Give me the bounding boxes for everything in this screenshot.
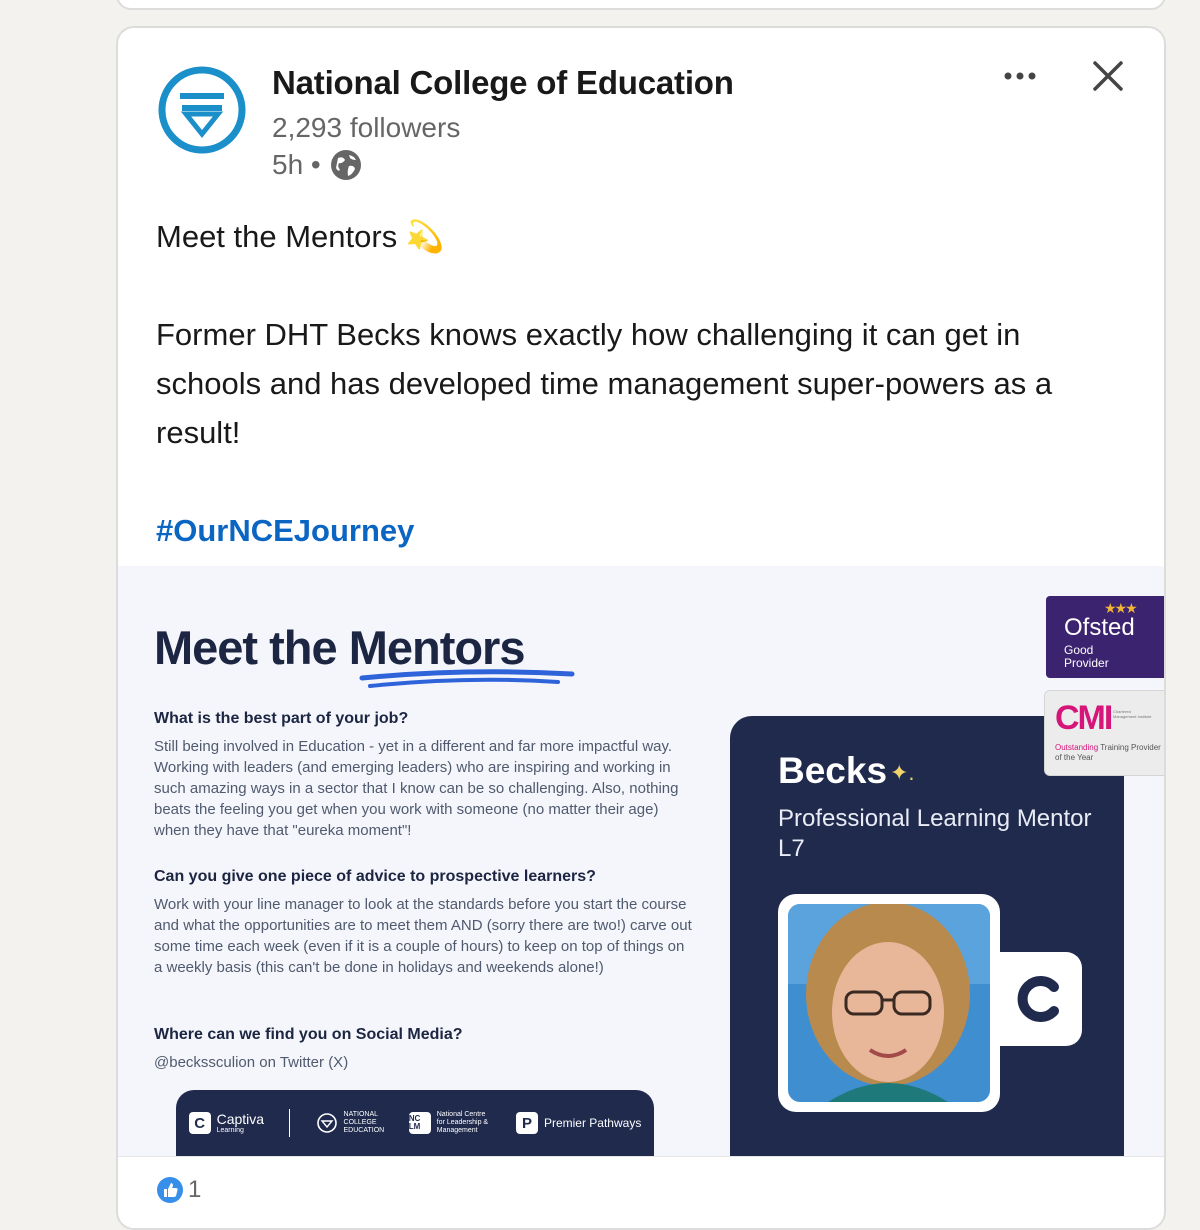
sparkle-icon: ✦. <box>890 760 915 785</box>
post-time: 5h • <box>272 149 321 180</box>
post-paragraph: Former DHT Becks knows exactly how chall… <box>156 317 1053 450</box>
answer-1: Still being involved in Education - yet … <box>154 738 679 839</box>
globe-icon <box>330 150 361 180</box>
mentor-card: Becks ✦. Professional Learning Mentor L7 <box>730 716 1124 1156</box>
captiva-c-icon <box>1017 976 1059 1022</box>
ofsted-rating: Good Provider <box>1064 643 1109 670</box>
hashtag-link[interactable]: #OurNCEJourney <box>156 513 414 548</box>
mentor-photo <box>788 904 990 1102</box>
qa-block-2: Can you give one piece of advice to pros… <box>154 868 694 978</box>
dizzy-emoji-icon: 💫 <box>405 219 445 254</box>
premier-pathways-logo: P Premier Pathways <box>515 1112 642 1134</box>
nce-footer-logo: NATIONAL COLLEGE EDUCATION <box>316 1111 384 1135</box>
cmi-award: Outstanding Training Provider of the Yea… <box>1055 743 1164 763</box>
logo-divider <box>289 1109 291 1137</box>
previous-post-card <box>116 0 1166 10</box>
qa-block-3: Where can we find you on Social Media? @… <box>154 1026 694 1073</box>
question-1: What is the best part of your job? <box>154 710 409 727</box>
post-title-line: Meet the Mentors 💫 <box>156 212 1116 261</box>
cmi-subtext: Chartered Management Institute <box>1113 709 1152 719</box>
nclm-label: National Centre for Leadership & Managem… <box>436 1111 489 1134</box>
cmi-badge: CMI Chartered Management Institute Outst… <box>1044 690 1164 776</box>
nce-footer-label: NATIONAL COLLEGE EDUCATION <box>343 1111 385 1134</box>
question-2: Can you give one piece of advice to pros… <box>154 868 596 885</box>
captiva-logo: C Captiva Learning <box>188 1111 265 1135</box>
post-image[interactable]: Meet the Mentors What is the best part o… <box>118 566 1164 1156</box>
premier-label: Premier Pathways <box>543 1116 642 1130</box>
nclm-logo: NC LM National Centre for Leadership & M… <box>408 1111 491 1135</box>
captiva-c-badge <box>998 952 1082 1046</box>
underline-swoosh-icon <box>359 669 575 688</box>
captiva-label: Captiva <box>216 1111 265 1127</box>
nce-small-icon <box>316 1113 337 1133</box>
nce-logo-icon[interactable] <box>156 64 248 156</box>
answer-3: @beckssculion on Twitter (X) <box>154 1054 349 1071</box>
captiva-sub: Learning <box>216 1127 244 1134</box>
post-meta: 5h • <box>272 148 363 182</box>
card-divider <box>118 1156 1164 1157</box>
partner-logos-bar: C Captiva Learning NATIONAL COLLEGE EDUC… <box>176 1090 654 1156</box>
author-name[interactable]: National College of Education <box>272 64 734 102</box>
post-card: National College of Education 2,293 foll… <box>116 26 1166 1230</box>
cmi-wordmark: CMI <box>1055 699 1113 737</box>
mentor-role: Professional Learning Mentor L7 <box>778 805 1092 862</box>
more-icon[interactable] <box>998 58 1042 94</box>
mentor-photo-frame <box>778 894 1000 1112</box>
answer-2: Work with your line manager to look at t… <box>154 896 692 976</box>
follower-count: 2,293 followers <box>272 112 461 143</box>
mentor-name: Becks <box>778 750 888 791</box>
ofsted-badge: ★★★ Ofsted Good Provider <box>1046 596 1164 678</box>
post-body: Meet the Mentors 💫 Former DHT Becks know… <box>156 212 1116 555</box>
cmi-award-highlight: Outstanding <box>1055 743 1099 752</box>
nclm-mark: NC LM <box>408 1112 431 1134</box>
ofsted-wordmark: Ofsted <box>1064 614 1135 641</box>
close-icon[interactable] <box>1088 56 1128 96</box>
qa-block-1: What is the best part of your job? Still… <box>154 710 694 841</box>
question-3: Where can we find you on Social Media? <box>154 1026 463 1043</box>
post-title: Meet the Mentors <box>156 219 398 254</box>
